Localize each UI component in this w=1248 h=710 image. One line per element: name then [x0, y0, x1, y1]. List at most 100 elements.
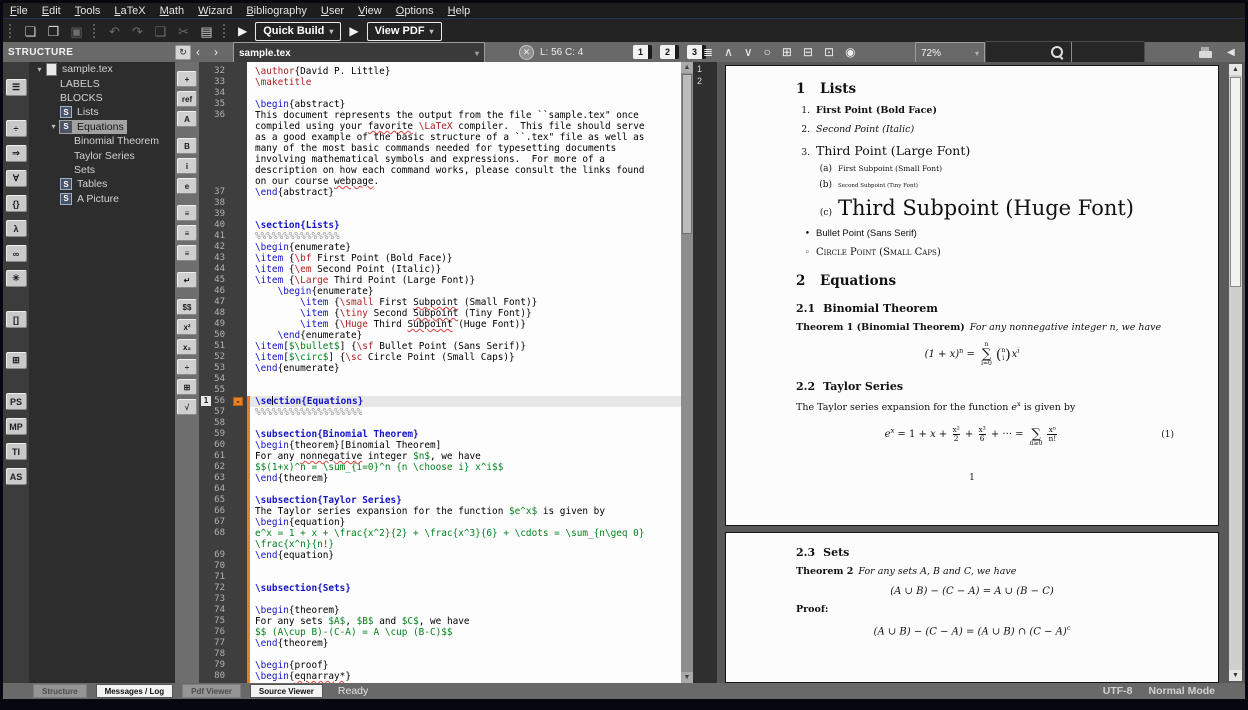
- italic-icon[interactable]: i: [177, 158, 197, 174]
- search-input[interactable]: [985, 41, 1145, 63]
- cut-icon[interactable]: ✂: [175, 23, 192, 40]
- view-pdf-button[interactable]: View PDF ▾: [367, 22, 442, 41]
- insert-item-icon[interactable]: +: [177, 71, 197, 87]
- greek-letters-icon[interactable]: λ: [6, 220, 27, 237]
- sqrt-icon[interactable]: √: [177, 399, 197, 415]
- superscript-icon[interactable]: x²: [177, 319, 197, 335]
- most-used-symbols-icon[interactable]: ✳: [6, 270, 27, 287]
- menu-help[interactable]: Help: [441, 5, 478, 17]
- fit-width-icon[interactable]: ⊟: [803, 46, 813, 58]
- array-icon[interactable]: ⊞: [177, 379, 197, 395]
- paste-icon[interactable]: ▤: [198, 23, 215, 40]
- tree-item-tables[interactable]: STables: [29, 177, 175, 191]
- relation-symbols-icon[interactable]: ÷: [6, 120, 27, 137]
- scroll-down-icon[interactable]: ▼: [1229, 670, 1242, 681]
- next-document-icon[interactable]: ›: [214, 42, 218, 62]
- menu-tools[interactable]: Tools: [68, 5, 108, 17]
- run-quick-build-icon[interactable]: ▶: [238, 24, 247, 38]
- misc-symbols-icon[interactable]: ∀: [6, 170, 27, 187]
- zoom-level-selector[interactable]: 72% ▾: [915, 42, 985, 64]
- presentation-icon[interactable]: ◉: [845, 46, 855, 58]
- favourites-icon[interactable]: ⊞: [6, 352, 27, 369]
- print-icon[interactable]: [1199, 42, 1212, 62]
- scroll-down-icon[interactable]: ▼: [681, 672, 693, 683]
- copy-icon[interactable]: ❑: [152, 23, 169, 40]
- description-icon[interactable]: ≡: [177, 245, 197, 261]
- pdf-structure-icon[interactable]: ≣: [703, 46, 713, 58]
- expander-icon[interactable]: ▾: [34, 65, 45, 74]
- panel-toggle-messages-log[interactable]: Messages / Log: [96, 684, 174, 698]
- misc-math-icon[interactable]: ∞: [6, 245, 27, 262]
- itemize-icon[interactable]: ≡: [177, 205, 197, 221]
- menu-view[interactable]: View: [351, 5, 389, 17]
- save-icon[interactable]: ▣: [68, 23, 85, 40]
- tree-item-sets[interactable]: Sets: [29, 163, 175, 177]
- menu-wizard[interactable]: Wizard: [191, 5, 239, 17]
- font-size-icon[interactable]: A: [177, 111, 197, 127]
- redo-icon[interactable]: ↷: [129, 23, 146, 40]
- rotate-icon[interactable]: ○: [764, 46, 771, 58]
- menu-edit[interactable]: Edit: [35, 5, 68, 17]
- pstricks-icon[interactable]: PS: [6, 393, 27, 410]
- toolbar-handle[interactable]: [9, 24, 14, 38]
- bookmark-marker[interactable]: 1: [201, 396, 211, 406]
- tree-item-a-picture[interactable]: SA Picture: [29, 192, 175, 206]
- menu-user[interactable]: User: [314, 5, 351, 17]
- tree-item-taylor-series[interactable]: Taylor Series: [29, 148, 175, 162]
- brackets-icon[interactable]: []: [6, 311, 27, 328]
- arrow-symbols-icon[interactable]: ⇒: [6, 145, 27, 162]
- fold-collapse-icon[interactable]: -: [233, 397, 243, 406]
- panel-toggle-source-viewer[interactable]: Source Viewer: [250, 684, 323, 698]
- pdf-page-number-2[interactable]: 2: [697, 75, 717, 87]
- pdf-page-number-1[interactable]: 1: [697, 63, 717, 75]
- subscript-icon[interactable]: x₂: [177, 339, 197, 355]
- open-file-selector[interactable]: sample.tex ▾: [233, 42, 485, 64]
- search-icon[interactable]: [1051, 42, 1063, 62]
- pdf-view-mode-2-icon[interactable]: 2: [660, 45, 679, 59]
- structure-tab-icon[interactable]: ☰: [6, 79, 27, 96]
- page-down-icon[interactable]: ∨: [744, 46, 753, 58]
- tree-item-blocks[interactable]: BLOCKS: [29, 91, 175, 105]
- menu-file[interactable]: File: [3, 5, 35, 17]
- tree-item-sample-tex[interactable]: ▾sample.tex: [29, 62, 175, 76]
- stop-process-icon[interactable]: ✕: [519, 42, 534, 62]
- enumerate-icon[interactable]: ≡: [177, 225, 197, 241]
- open-folder-icon[interactable]: ❐: [45, 23, 62, 40]
- newline-icon[interactable]: ↵: [177, 272, 197, 288]
- panel-toggle-structure[interactable]: Structure: [33, 684, 87, 698]
- quick-build-button[interactable]: Quick Build ▾: [255, 22, 341, 41]
- delimiters-icon[interactable]: {}: [6, 195, 27, 212]
- pdf-scrollbar[interactable]: ▲ ▼: [1229, 64, 1242, 681]
- previous-document-icon[interactable]: ‹: [196, 42, 200, 62]
- tree-item-labels[interactable]: LABELS: [29, 76, 175, 90]
- panel-toggle-pdf-viewer[interactable]: Pdf Viewer: [182, 684, 241, 698]
- menu-latex[interactable]: LaTeX: [107, 5, 152, 17]
- pdf-view-mode-1-icon[interactable]: 1: [633, 45, 652, 59]
- editor-scrollbar[interactable]: ▲ ▼: [681, 62, 693, 683]
- source-editor[interactable]: \author{David P. Little}\maketitle\begin…: [247, 62, 681, 683]
- emph-icon[interactable]: e: [177, 178, 197, 194]
- zoom-window-icon[interactable]: ⊞: [782, 46, 792, 58]
- tree-item-lists[interactable]: SLists: [29, 105, 175, 119]
- ref-icon[interactable]: ref: [177, 91, 197, 107]
- metapost-icon[interactable]: MP: [6, 418, 27, 435]
- tree-item-equations[interactable]: ▾SEquations: [29, 120, 175, 134]
- update-structure-icon[interactable]: ↻: [175, 42, 191, 62]
- scrollbar-thumb[interactable]: [682, 74, 692, 234]
- pdf-viewer[interactable]: 1Lists1.First Point (Bold Face)2.Second …: [717, 62, 1245, 683]
- tree-item-binomial-theorem[interactable]: Binomial Theorem: [29, 134, 175, 148]
- toolbar-handle[interactable]: [93, 24, 98, 38]
- asymptote-icon[interactable]: AS: [6, 468, 27, 485]
- bold-icon[interactable]: B: [177, 138, 197, 154]
- menu-options[interactable]: Options: [389, 5, 441, 17]
- inline-math-icon[interactable]: $$: [177, 299, 197, 315]
- page-up-icon[interactable]: ∧: [724, 46, 733, 58]
- scroll-up-icon[interactable]: ▲: [1229, 64, 1242, 75]
- expander-icon[interactable]: ▾: [48, 122, 59, 131]
- external-viewer-icon[interactable]: ◀: [1227, 42, 1235, 62]
- new-document-icon[interactable]: ❏: [22, 23, 39, 40]
- menu-math[interactable]: Math: [153, 5, 191, 17]
- undo-icon[interactable]: ↶: [106, 23, 123, 40]
- tikz-icon[interactable]: TI: [6, 443, 27, 460]
- toolbar-handle[interactable]: [223, 24, 228, 38]
